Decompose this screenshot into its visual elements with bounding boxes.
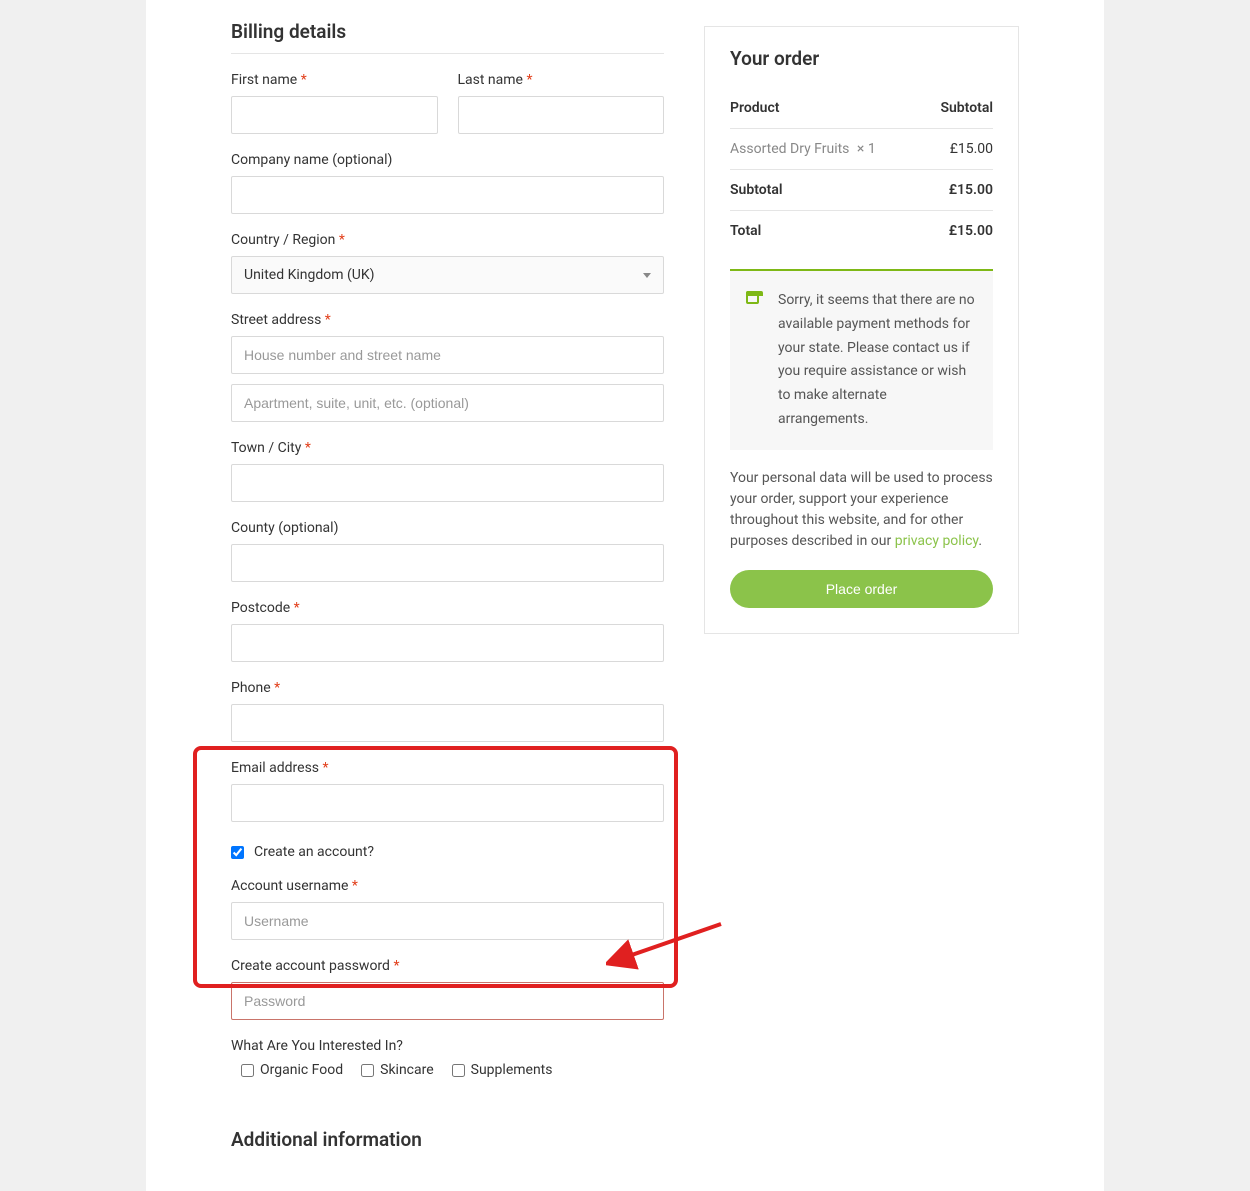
order-line-item: Assorted Dry Fruits × 1 £15.00 — [730, 129, 993, 170]
privacy-text-2: . — [978, 533, 982, 549]
email-input[interactable] — [231, 784, 664, 822]
first-name-label: First name * — [231, 72, 438, 88]
last-name-label-text: Last name — [458, 72, 523, 88]
required-mark: * — [274, 680, 280, 696]
order-total-row: Total £15.00 — [730, 211, 993, 251]
country-value: United Kingdom (UK) — [244, 267, 375, 283]
county-label: County (optional) — [231, 520, 664, 536]
street-label-text: Street address — [231, 312, 321, 328]
company-input[interactable] — [231, 176, 664, 214]
interest-skincare[interactable]: Skincare — [361, 1062, 434, 1078]
city-input[interactable] — [231, 464, 664, 502]
order-item-price: £15.00 — [950, 141, 993, 157]
required-mark: * — [325, 312, 331, 328]
phone-label-text: Phone — [231, 680, 271, 696]
email-label: Email address * — [231, 760, 664, 776]
password-label: Create account password * — [231, 958, 664, 974]
payment-notice: Sorry, it seems that there are no availa… — [730, 269, 993, 450]
phone-input[interactable] — [231, 704, 664, 742]
chevron-down-icon — [643, 273, 651, 278]
additional-info-title: Additional information — [231, 1128, 664, 1151]
place-order-button[interactable]: Place order — [730, 570, 993, 608]
street-label: Street address * — [231, 312, 664, 328]
country-select[interactable]: United Kingdom (UK) — [231, 256, 664, 294]
subtotal-label: Subtotal — [730, 182, 783, 198]
password-label-text: Create account password — [231, 958, 390, 974]
payment-notice-text: Sorry, it seems that there are no availa… — [778, 292, 975, 427]
country-label-text: Country / Region — [231, 232, 335, 248]
required-mark: * — [352, 878, 358, 894]
privacy-policy-link[interactable]: privacy policy — [895, 533, 979, 549]
username-label: Account username * — [231, 878, 664, 894]
order-subtotal-row: Subtotal £15.00 — [730, 170, 993, 211]
required-mark: * — [294, 600, 300, 616]
postcode-input[interactable] — [231, 624, 664, 662]
username-input[interactable] — [231, 902, 664, 940]
postcode-label: Postcode * — [231, 600, 664, 616]
city-label-text: Town / City — [231, 440, 301, 456]
interests-label: What Are You Interested In? — [231, 1038, 664, 1054]
interest-organic-food[interactable]: Organic Food — [241, 1062, 343, 1078]
company-label: Company name (optional) — [231, 152, 664, 168]
order-summary-box: Your order Product Subtotal Assorted Dry… — [704, 26, 1019, 634]
privacy-text: Your personal data will be used to proce… — [730, 468, 993, 552]
interest-supplements-checkbox[interactable] — [452, 1064, 465, 1077]
interest-label: Organic Food — [260, 1062, 343, 1078]
interest-label: Supplements — [471, 1062, 553, 1078]
subtotal-header: Subtotal — [940, 100, 993, 116]
phone-label: Phone * — [231, 680, 664, 696]
billing-title: Billing details — [231, 20, 664, 54]
country-label: Country / Region * — [231, 232, 664, 248]
email-label-text: Email address — [231, 760, 319, 776]
last-name-label: Last name * — [458, 72, 665, 88]
order-header-row: Product Subtotal — [730, 88, 993, 129]
subtotal-value: £15.00 — [949, 182, 993, 198]
create-account-label: Create an account? — [254, 844, 374, 860]
required-mark: * — [305, 440, 311, 456]
required-mark: * — [339, 232, 345, 248]
first-name-label-text: First name — [231, 72, 297, 88]
interest-supplements[interactable]: Supplements — [452, 1062, 553, 1078]
postcode-label-text: Postcode — [231, 600, 290, 616]
city-label: Town / City * — [231, 440, 664, 456]
product-header: Product — [730, 100, 779, 116]
street-input-1[interactable] — [231, 336, 664, 374]
order-title: Your order — [730, 47, 993, 70]
required-mark: * — [526, 72, 532, 88]
interest-label: Skincare — [380, 1062, 434, 1078]
first-name-input[interactable] — [231, 96, 438, 134]
username-label-text: Account username — [231, 878, 348, 894]
required-mark: * — [301, 72, 307, 88]
total-label: Total — [730, 223, 761, 239]
calendar-icon — [746, 291, 759, 304]
password-input[interactable] — [231, 982, 664, 1020]
interest-organic-food-checkbox[interactable] — [241, 1064, 254, 1077]
last-name-input[interactable] — [458, 96, 665, 134]
order-item-name: Assorted Dry Fruits × 1 — [730, 141, 876, 157]
item-qty-text: × 1 — [857, 141, 876, 157]
county-input[interactable] — [231, 544, 664, 582]
required-mark: * — [323, 760, 329, 776]
create-account-checkbox[interactable] — [231, 846, 244, 859]
total-value: £15.00 — [949, 223, 993, 239]
interest-skincare-checkbox[interactable] — [361, 1064, 374, 1077]
item-name-text: Assorted Dry Fruits — [730, 141, 849, 157]
required-mark: * — [393, 958, 399, 974]
street-input-2[interactable] — [231, 384, 664, 422]
